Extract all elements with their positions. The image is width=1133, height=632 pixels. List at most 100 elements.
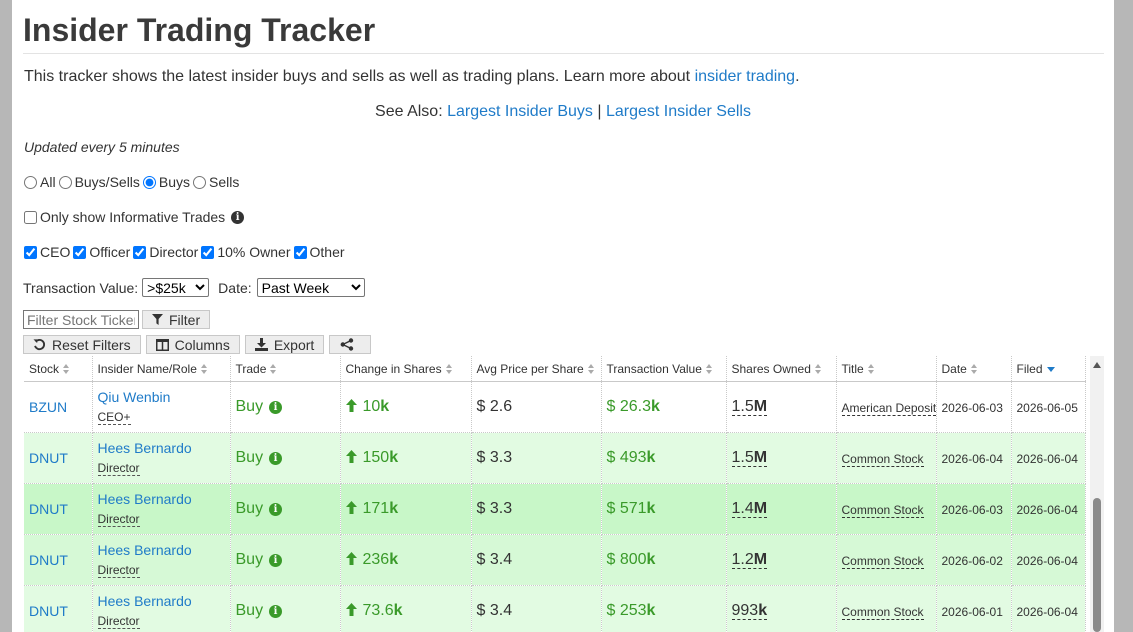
sort-icon <box>867 363 875 375</box>
change-value: 73.6 <box>362 602 394 619</box>
columns-button[interactable]: Columns <box>145 335 240 354</box>
col-title[interactable]: Title <box>836 356 937 382</box>
owned-cell: 1.5M <box>726 432 837 484</box>
largest-insider-buys-link[interactable]: Largest Insider Buys <box>447 103 593 120</box>
role-director[interactable]: Director <box>132 244 198 260</box>
col-stock[interactable]: Stock <box>24 356 93 382</box>
trade-type-buys-sells[interactable]: Buys/Sells <box>58 174 140 190</box>
largest-insider-sells-link[interactable]: Largest Insider Sells <box>606 103 751 120</box>
role-filter-group: CEO Officer Director 10% Owner Other <box>23 244 347 260</box>
role-10-owner-checkbox[interactable] <box>201 245 215 259</box>
col-trade[interactable]: Trade <box>230 356 341 382</box>
info-icon[interactable]: i <box>269 604 283 618</box>
info-icon[interactable]: i <box>269 451 283 465</box>
sort-icon <box>270 363 277 375</box>
role-director-checkbox[interactable] <box>133 245 147 259</box>
informative-trades-checkbox[interactable] <box>24 210 37 224</box>
col-change[interactable]: Change in Shares <box>340 356 472 382</box>
col-avg-price[interactable]: Avg Price per Share <box>471 356 602 382</box>
shares-owned[interactable]: 1.5M <box>731 449 768 467</box>
value-cell: $ 571k <box>601 483 727 535</box>
insider-name-link[interactable]: Qiu Wenbin <box>98 389 225 405</box>
trade-type-buys-radio[interactable] <box>142 175 156 189</box>
trade-type-all[interactable]: All <box>23 174 56 190</box>
security-title[interactable]: Common Stock <box>841 452 924 467</box>
scroll-up-arrow-icon[interactable] <box>1093 362 1101 368</box>
stock-ticker-link[interactable]: DNUT <box>29 603 68 619</box>
sort-icon <box>445 363 453 375</box>
col-owned[interactable]: Shares Owned <box>726 356 837 382</box>
trade-type-sells-radio[interactable] <box>193 175 207 189</box>
trade-type-buys-sells-radio[interactable] <box>58 175 72 189</box>
stock-ticker-link[interactable]: DNUT <box>29 552 68 568</box>
transaction-value: $ 26.3 <box>606 398 651 415</box>
filter-button[interactable]: Filter <box>142 310 211 329</box>
share-icon <box>340 338 354 351</box>
insider-name-link[interactable]: Hees Bernardo <box>98 593 225 609</box>
role-ceo-checkbox[interactable] <box>24 245 37 259</box>
insider-name-link[interactable]: Hees Bernardo <box>98 542 225 558</box>
shares-owned[interactable]: 1.5M <box>731 398 768 416</box>
table-row: DNUT Hees Bernardo Director Buy i 73.6k $ 3.4 $… <box>24 585 1086 632</box>
sort-icon <box>814 363 822 375</box>
share-button[interactable] <box>329 335 372 354</box>
role-other-checkbox[interactable] <box>293 245 307 259</box>
role-officer[interactable]: Officer <box>72 244 130 260</box>
title-cell: Common Stock <box>836 585 937 632</box>
change-unit: k <box>380 398 390 415</box>
filter-stock-ticker-input[interactable] <box>23 310 139 329</box>
stock-ticker-link[interactable]: DNUT <box>29 501 68 517</box>
role-10-owner[interactable]: 10% Owner <box>200 244 291 260</box>
info-icon[interactable]: i <box>231 210 245 224</box>
security-title[interactable]: Common Stock <box>841 605 924 620</box>
role-ceo[interactable]: CEO <box>23 244 70 260</box>
col-date[interactable]: Date <box>936 356 1012 382</box>
filed-cell: 2026-06-04 <box>1011 483 1086 535</box>
trade-cell: Buy i <box>230 432 341 484</box>
insider-trading-link[interactable]: insider trading <box>695 68 796 85</box>
transaction-value: $ 800 <box>606 551 647 568</box>
insider-name-link[interactable]: Hees Bernardo <box>98 491 225 507</box>
stock-ticker-link[interactable]: BZUN <box>29 399 67 415</box>
reset-filters-button[interactable]: Reset Filters <box>23 335 141 354</box>
stock-ticker-link[interactable]: DNUT <box>29 450 68 466</box>
role-officer-label: Officer <box>89 244 131 260</box>
info-icon[interactable]: i <box>269 553 283 567</box>
filed-date: 2026-06-04 <box>1016 554 1078 568</box>
informative-trades-toggle[interactable]: Only show Informative Trades <box>23 209 225 225</box>
trade-type-sells[interactable]: Sells <box>192 174 239 190</box>
role-other[interactable]: Other <box>293 244 345 260</box>
security-title[interactable]: American Deposit <box>841 401 935 416</box>
shares-owned[interactable]: 1.4M <box>731 500 768 518</box>
info-icon[interactable]: i <box>269 400 283 414</box>
transaction-value-select[interactable]: >$25k <box>142 278 210 297</box>
trade-type-buys[interactable]: Buys <box>142 174 190 190</box>
scrollbar-thumb[interactable] <box>1093 498 1101 632</box>
table-row: DNUT Hees Bernardo Director Buy i 150k $ 3.3 $ … <box>24 432 1086 484</box>
info-icon[interactable]: i <box>269 502 283 516</box>
change-value: 150 <box>362 449 390 466</box>
security-title[interactable]: Common Stock <box>841 554 924 569</box>
value-cell: $ 493k <box>601 432 727 484</box>
col-value[interactable]: Transaction Value <box>601 356 727 382</box>
role-officer-checkbox[interactable] <box>73 245 87 259</box>
title-divider <box>23 53 1104 54</box>
insider-role: CEO+ <box>97 410 131 425</box>
filed-date: 2026-06-05 <box>1016 401 1078 415</box>
owned-cell: 1.5M <box>726 381 837 433</box>
col-trade-label: Trade <box>235 361 267 376</box>
shares-owned[interactable]: 993k <box>731 602 768 620</box>
insider-name-link[interactable]: Hees Bernardo <box>98 440 225 456</box>
col-insider[interactable]: Insider Name/Role <box>92 356 231 382</box>
shares-owned-value: 1.4 <box>731 500 754 517</box>
export-button[interactable]: Export <box>244 335 325 354</box>
change-cell: 73.6k <box>340 585 472 632</box>
table-scrollbar[interactable] <box>1090 356 1104 632</box>
stock-cell: BZUN <box>24 381 93 433</box>
trade-type-all-radio[interactable] <box>24 175 37 189</box>
date-filter-select[interactable]: Past Week <box>256 278 365 297</box>
trade-type-all-label: All <box>40 174 56 190</box>
security-title[interactable]: Common Stock <box>841 503 924 518</box>
col-filed[interactable]: Filed <box>1011 356 1086 382</box>
shares-owned[interactable]: 1.2M <box>731 551 768 569</box>
